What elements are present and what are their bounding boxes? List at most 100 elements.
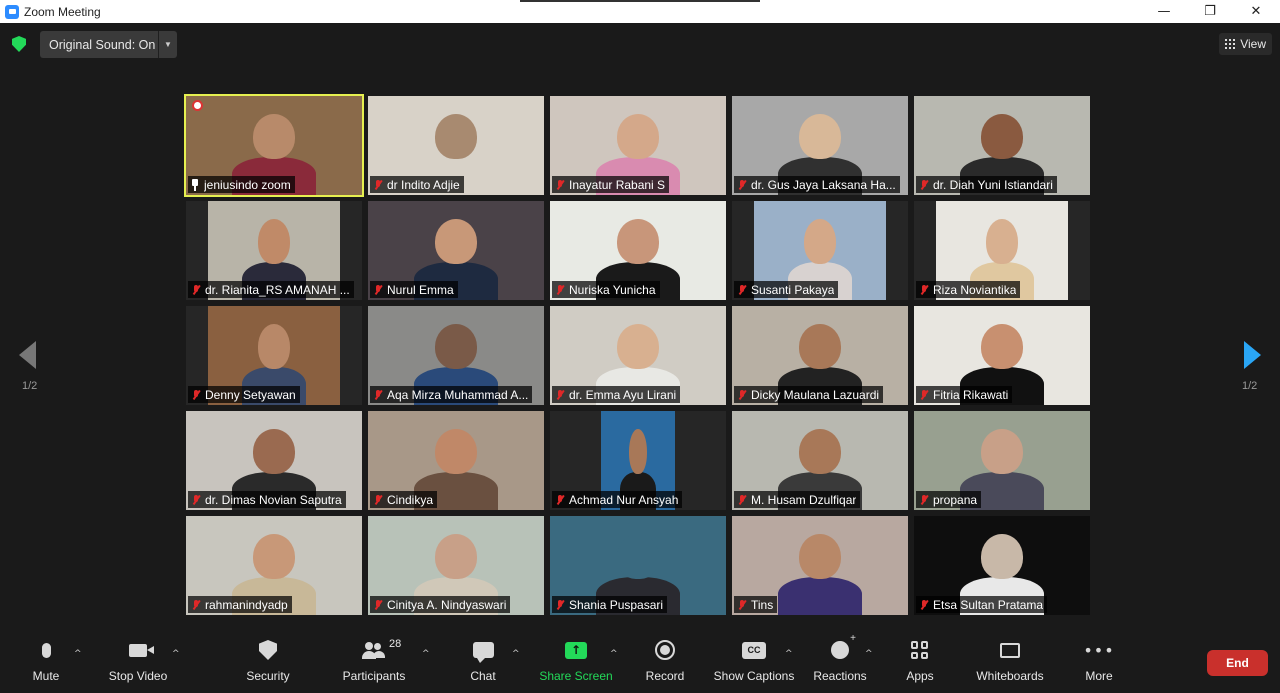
minimize-button[interactable]: — <box>1141 0 1187 23</box>
chat-label: Chat <box>470 669 496 683</box>
captions-options-caret-icon[interactable]: ^ <box>785 649 793 659</box>
show-captions-button[interactable]: CC Show Captions <box>712 635 796 693</box>
participant-face <box>434 113 478 160</box>
participant-tile[interactable]: Tins <box>732 516 908 615</box>
whiteboards-label: Whiteboards <box>976 669 1044 683</box>
original-sound-button[interactable]: Original Sound: On ▼ <box>40 31 177 58</box>
video-options-caret-icon[interactable]: ^ <box>172 649 180 659</box>
participant-name: M. Husam Dzulfiqar <box>751 492 857 507</box>
participant-name: Nuriska Yunicha <box>569 282 656 297</box>
participant-tile[interactable]: Nuriska Yunicha <box>550 201 726 300</box>
participants-options-caret-icon[interactable]: ^ <box>422 649 430 659</box>
mute-button[interactable]: Mute <box>26 635 66 693</box>
muted-microphone-icon <box>554 599 566 611</box>
participant-tile[interactable]: Fitria Rikawati <box>914 306 1090 405</box>
participant-name: rahmanindyadp <box>205 597 288 612</box>
participant-tile[interactable]: dr. Diah Yuni Istiandari <box>914 96 1090 195</box>
stop-video-label: Stop Video <box>108 669 168 683</box>
stop-video-button[interactable]: Stop Video <box>104 635 172 693</box>
participant-tile[interactable]: dr. Dimas Novian Saputra <box>186 411 362 510</box>
whiteboards-button[interactable]: Whiteboards <box>972 635 1048 693</box>
restore-button[interactable]: ❐ <box>1187 0 1233 23</box>
participant-tile[interactable]: Denny Setyawan <box>186 306 362 405</box>
reactions-options-caret-icon[interactable]: ^ <box>865 649 873 659</box>
participants-count: 28 <box>389 638 402 650</box>
drag-handle[interactable] <box>520 0 760 2</box>
muted-microphone-icon <box>372 284 384 296</box>
participant-name: dr Indito Adjie <box>387 177 460 192</box>
participant-tile[interactable]: propana <box>914 411 1090 510</box>
participant-tile[interactable]: Cinitya A. Nindyaswari <box>368 516 544 615</box>
participant-tile[interactable]: M. Husam Dzulfiqar <box>732 411 908 510</box>
participant-tile[interactable]: Susanti Pakaya <box>732 201 908 300</box>
participant-tile[interactable]: Shania Puspasari <box>550 516 726 615</box>
audio-options-caret-icon[interactable]: ^ <box>74 649 82 659</box>
participant-tile[interactable]: dr. Rianita_RS AMANAH ... <box>186 201 362 300</box>
participants-icon <box>362 641 386 659</box>
participant-tile[interactable]: Riza Noviantika <box>914 201 1090 300</box>
participant-nameplate: dr. Rianita_RS AMANAH ... <box>188 281 354 298</box>
participant-name: jeniusindo zoom <box>204 177 291 192</box>
muted-microphone-icon <box>372 179 384 191</box>
participant-nameplate: dr. Dimas Novian Saputra <box>188 491 346 508</box>
chevron-down-icon[interactable]: ▼ <box>159 40 177 49</box>
participant-nameplate: propana <box>916 491 982 508</box>
apps-grid-icon <box>911 641 929 659</box>
participant-face <box>798 533 842 580</box>
participant-tile[interactable]: rahmanindyadp <box>186 516 362 615</box>
participant-tile[interactable]: Dicky Maulana Lazuardi <box>732 306 908 405</box>
participant-face <box>798 323 842 370</box>
muted-microphone-icon <box>918 284 930 296</box>
close-button[interactable]: ✕ <box>1233 0 1279 23</box>
muted-microphone-icon <box>554 389 566 401</box>
participant-tile[interactable]: Etsa Sultan Pratama <box>914 516 1090 615</box>
participant-name: Susanti Pakaya <box>751 282 835 297</box>
reactions-button[interactable]: Reactions <box>812 633 868 693</box>
participant-tile[interactable]: dr. Emma Ayu Lirani <box>550 306 726 405</box>
record-icon <box>655 640 675 660</box>
muted-microphone-icon <box>372 599 384 611</box>
participant-face <box>616 323 660 370</box>
participant-face <box>252 113 296 160</box>
participant-nameplate: Etsa Sultan Pratama <box>916 596 1048 613</box>
participant-name: dr. Diah Yuni Istiandari <box>933 177 1053 192</box>
security-button[interactable]: Security <box>242 635 294 693</box>
original-sound-label: Original Sound: On <box>49 37 156 52</box>
record-button[interactable]: Record <box>643 635 687 693</box>
chat-options-caret-icon[interactable]: ^ <box>512 649 520 659</box>
participant-tile[interactable]: jeniusindo zoom <box>184 94 364 197</box>
participant-tile[interactable]: Achmad Nur Ansyah <box>550 411 726 510</box>
muted-microphone-icon <box>554 284 566 296</box>
chat-button[interactable]: Chat <box>463 635 503 693</box>
participant-face <box>798 113 842 160</box>
participant-tile[interactable]: Aqa Mirza Muhammad A... <box>368 306 544 405</box>
participant-nameplate: Fitria Rikawati <box>916 386 1013 403</box>
apps-button[interactable]: Apps <box>900 635 940 693</box>
participant-nameplate: Denny Setyawan <box>188 386 300 403</box>
participant-tile[interactable]: Nurul Emma <box>368 201 544 300</box>
participant-tile[interactable]: Inayatur Rabani S <box>550 96 726 195</box>
share-screen-button[interactable]: ↑ Share Screen <box>539 635 613 693</box>
participant-face <box>434 323 478 370</box>
encryption-shield-icon[interactable] <box>12 36 26 52</box>
participant-gallery: jeniusindo zoom dr Indito Adjie Inayatur R… <box>184 94 1094 615</box>
participant-tile[interactable]: Cindikya <box>368 411 544 510</box>
participant-tile[interactable]: dr. Gus Jaya Laksana Ha... <box>732 96 908 195</box>
share-options-caret-icon[interactable]: ^ <box>610 649 618 659</box>
participant-nameplate: M. Husam Dzulfiqar <box>734 491 861 508</box>
more-button[interactable]: ••• More <box>1078 635 1120 693</box>
participant-nameplate: dr. Gus Jaya Laksana Ha... <box>734 176 900 193</box>
participant-face <box>616 533 660 580</box>
participant-tile[interactable]: dr Indito Adjie <box>368 96 544 195</box>
muted-microphone-icon <box>736 179 748 191</box>
participants-button[interactable]: 28 Participants <box>340 635 408 693</box>
participant-nameplate: Tins <box>734 596 778 613</box>
next-page-arrow-icon[interactable] <box>1244 341 1261 369</box>
end-meeting-button[interactable]: End <box>1207 650 1268 676</box>
view-button[interactable]: View <box>1219 33 1272 55</box>
grid-icon <box>1225 39 1236 49</box>
participant-name: Denny Setyawan <box>205 387 296 402</box>
mute-label: Mute <box>32 669 60 683</box>
participant-nameplate: Shania Puspasari <box>552 596 668 613</box>
previous-page-arrow-icon[interactable] <box>19 341 36 369</box>
